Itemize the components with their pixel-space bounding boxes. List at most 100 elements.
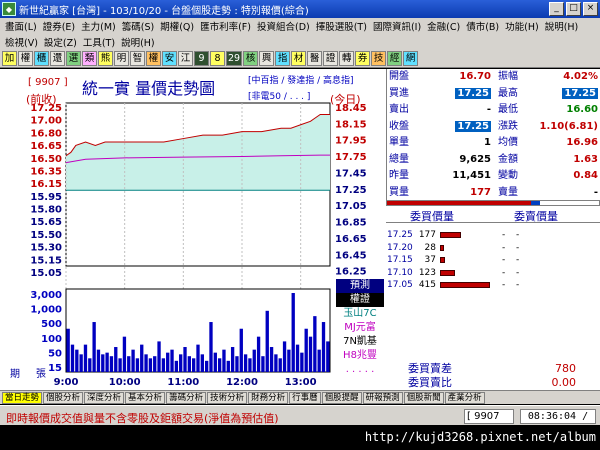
quote-value-2-text: 16.60	[566, 104, 598, 115]
orderbook-row[interactable]: 17.05 415 - -	[386, 279, 600, 291]
toolbar: 加權櫃還選類熊明智權安江 9 8 29 核興指材醫證轉券技經網	[0, 50, 600, 68]
toolbar-button[interactable]: 29	[226, 51, 243, 66]
minimize-button[interactable]: _	[549, 2, 564, 16]
toolbar-button[interactable]: 熊	[98, 51, 113, 66]
orderbook-row[interactable]: 17.15 37 - -	[386, 254, 600, 266]
toolbar-button[interactable]: 技	[371, 51, 387, 66]
menu-item[interactable]: 工具(T)	[80, 35, 118, 49]
volume-bar	[200, 354, 204, 372]
toolbar-button[interactable]: 9	[194, 51, 209, 66]
menu-item[interactable]: 國際資訊(I)	[370, 19, 424, 33]
toolbar-button[interactable]: 權	[146, 51, 161, 66]
bid-volume: 37	[424, 255, 436, 265]
tab-3[interactable]: 基本分析	[125, 391, 166, 404]
volume-bar	[75, 349, 79, 372]
toolbar-button[interactable]: 類	[82, 51, 97, 66]
broker-link[interactable]: H8兆豐	[336, 349, 384, 363]
ask-price: -	[502, 242, 506, 253]
menu-item[interactable]: 設定(Z)	[41, 35, 80, 49]
close-button[interactable]: ×	[583, 2, 598, 16]
buy-sell-ratio-bar	[386, 200, 600, 206]
broker-link[interactable]: 預測	[336, 279, 384, 293]
menu-item[interactable]: 主力(M)	[78, 19, 119, 33]
toolbar-button[interactable]: 櫃	[34, 51, 49, 66]
price-tick-right: 16.65	[335, 234, 367, 245]
toolbar-button[interactable]: 指	[275, 51, 291, 66]
bid-price: 17.05	[387, 280, 413, 290]
toolbar-button[interactable]: 興	[259, 51, 275, 66]
price-tick-right: 17.95	[335, 136, 367, 147]
volume-bar	[192, 358, 196, 372]
tab-9[interactable]: 研報預測	[362, 391, 403, 404]
menu-item[interactable]: 籌碼(S)	[119, 19, 157, 33]
volume-bar	[127, 356, 131, 372]
menu-item[interactable]: 畫面(L)	[2, 19, 40, 33]
orderbook-row[interactable]: 17.20 28 - -	[386, 242, 600, 254]
broker-link[interactable]: 玉山7C	[336, 307, 384, 321]
menu-item[interactable]: 功能(H)	[502, 19, 542, 33]
volume-bar	[148, 358, 153, 372]
menu-item[interactable]: 金融(C)	[424, 19, 463, 33]
menu-item[interactable]: 證券(E)	[40, 19, 78, 33]
toolbar-button[interactable]: 8	[210, 51, 225, 66]
menu-item[interactable]: 期權(Q)	[157, 19, 197, 33]
tab-0[interactable]: 當日走勢	[2, 391, 43, 404]
broker-link[interactable]: 7N凱基	[336, 335, 384, 349]
orderbook-diff-row: 委買賣差 780	[386, 363, 600, 377]
tab-11[interactable]: 產業分析	[444, 391, 485, 404]
tab-8[interactable]: 個股提醒	[321, 391, 362, 404]
index-membership-link-2[interactable]: [非電50 / . . . ]	[248, 89, 310, 102]
status-stock-code[interactable]: [ 9907	[464, 409, 514, 424]
menu-item[interactable]: 匯市利率(F)	[197, 19, 254, 33]
tab-1[interactable]: 個股分析	[43, 391, 84, 404]
broker-link[interactable]: . . . . .	[336, 363, 384, 377]
tab-6[interactable]: 財務分析	[248, 391, 289, 404]
broker-link[interactable]: 權證	[336, 293, 384, 307]
orderbook-row[interactable]: 17.10 123 - -	[386, 267, 600, 279]
menu-item[interactable]: 投資組合(D)	[254, 19, 313, 33]
volume-bar	[109, 356, 114, 372]
quote-value-2-text: -	[593, 186, 598, 198]
toolbar-button[interactable]: 加	[2, 51, 17, 66]
volume-bar	[321, 322, 326, 372]
sell-ratio-fill	[531, 201, 540, 205]
toolbar-button[interactable]: 明	[114, 51, 129, 66]
toolbar-button[interactable]: 還	[50, 51, 65, 66]
menu-item[interactable]: 債市(B)	[463, 19, 502, 33]
volume-bar	[70, 344, 75, 372]
index-membership-link[interactable]: [中百指 / 發達指 / 高息指]	[248, 73, 354, 86]
tab-5[interactable]: 技術分析	[207, 391, 248, 404]
orderbook: 17.25 177- -17.20 28- -17.15 37- -17.10 123- -17…	[386, 222, 600, 390]
menu-item[interactable]: 說明(H)	[542, 19, 582, 33]
tab-7[interactable]: 行事曆	[289, 391, 321, 404]
menu-item[interactable]: 檢視(V)	[2, 35, 41, 49]
quote-row: 總量 9,625 金額 1.63	[387, 154, 600, 167]
price-tick-left: 16.80	[30, 128, 62, 139]
toolbar-button[interactable]: 經	[387, 51, 403, 66]
toolbar-button[interactable]: 網	[403, 51, 419, 66]
price-tick-right: 17.05	[335, 201, 367, 212]
toolbar-button[interactable]: 醫	[307, 51, 323, 66]
maximize-button[interactable]: □	[566, 2, 581, 16]
tab-10[interactable]: 個股新聞	[403, 391, 444, 404]
toolbar-button[interactable]: 安	[162, 51, 177, 66]
menu-item[interactable]: 擇股選股(T)	[313, 19, 370, 33]
menu-item[interactable]: 說明(H)	[118, 35, 158, 49]
toolbar-button[interactable]: 轉	[339, 51, 355, 66]
orderbook-row[interactable]: 17.25 177 - -	[386, 229, 600, 241]
bid-volume: 415	[418, 280, 436, 290]
toolbar-button[interactable]: 證	[323, 51, 339, 66]
toolbar-button[interactable]: 江	[178, 51, 193, 66]
broker-link[interactable]: MJ元富	[336, 321, 384, 335]
tab-4[interactable]: 籌碼分析	[166, 391, 207, 404]
toolbar-button[interactable]: 券	[355, 51, 371, 66]
tab-2[interactable]: 深度分析	[84, 391, 125, 404]
toolbar-button[interactable]: 材	[291, 51, 307, 66]
ask-volume: -	[516, 267, 520, 278]
toolbar-button[interactable]: 智	[130, 51, 145, 66]
toolbar-button[interactable]: 選	[66, 51, 81, 66]
price-volume-chart[interactable]: 17.25 17.0016.80 16.65 16.5016.35 16.15 15.95…	[0, 69, 386, 390]
toolbar-button[interactable]: 核	[243, 51, 259, 66]
status-message: 即時報價成交值與量不含零股及鉅額交易(淨值為預估值)	[6, 412, 279, 425]
toolbar-button[interactable]: 權	[18, 51, 33, 66]
